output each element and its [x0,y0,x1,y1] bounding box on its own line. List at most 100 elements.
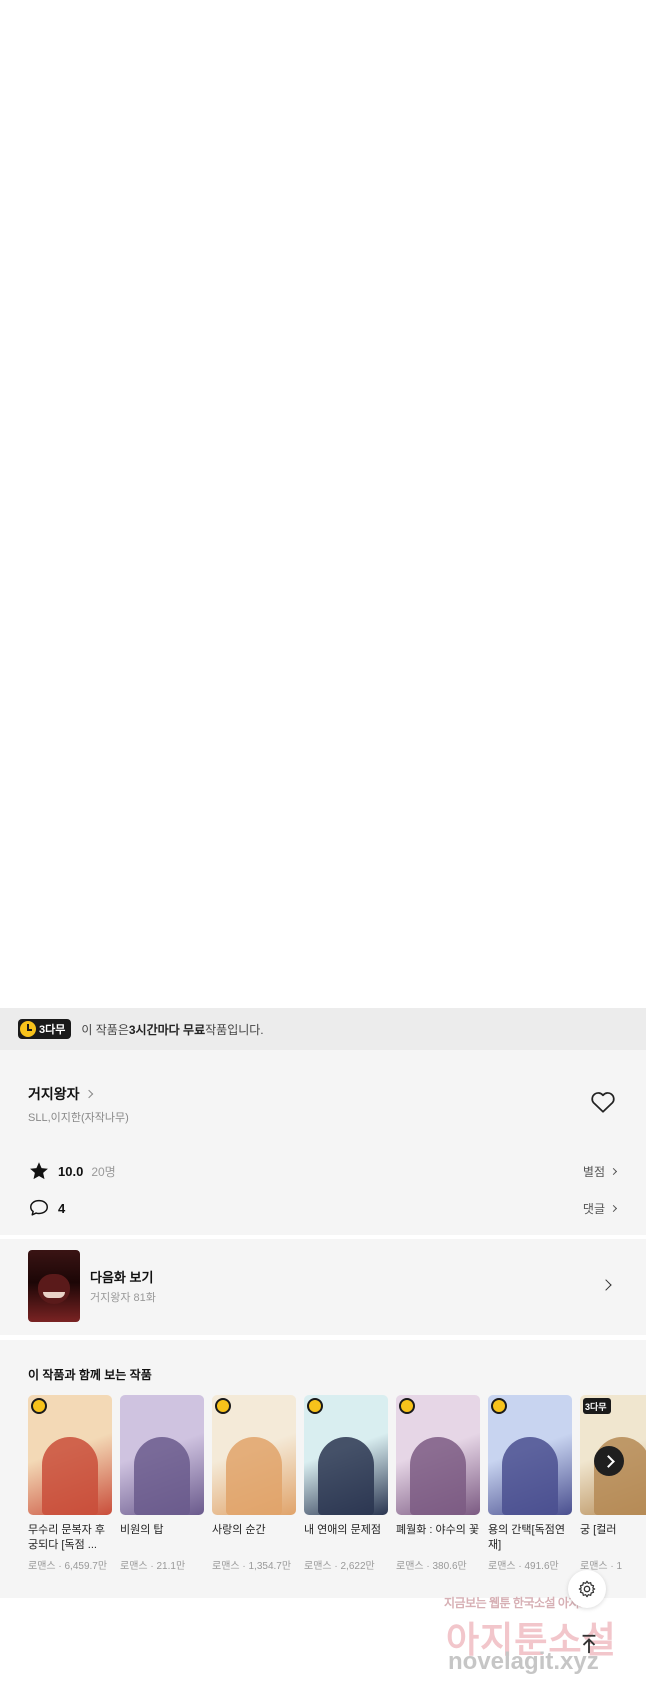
star-icon [30,1162,48,1180]
recommendation-meta: 로맨스 · 1,354.7만 [212,1557,296,1572]
recommendation-title: 궁 [컬러 [580,1524,617,1536]
recommendation-title: 사랑의 순간 [212,1524,266,1536]
thumbnail-figure [38,1274,70,1304]
recommendation-views: 6,459.7만 [64,1561,108,1572]
recommendation-genre: 로맨스 [396,1561,424,1572]
heart-icon[interactable] [590,1090,616,1114]
wait-free-clock-icon [491,1398,507,1414]
meta-separator: · [239,1561,249,1572]
recommendation-title: 무수리 문복자 후궁되다 [독점 ... [28,1524,105,1551]
rating-score: 10.0 [58,1163,84,1179]
meta-separator: · [331,1561,341,1572]
wait-free-clock-icon [307,1398,323,1414]
work-author: SLL,이지한(자작나무) [28,1112,129,1124]
recommendations-title: 이 작품과 함께 보는 작품 [28,1368,152,1382]
scroll-to-top-icon[interactable] [578,1633,600,1655]
cover-figure [134,1437,190,1515]
recommendation-meta: 로맨스 · 491.6만 [488,1557,572,1572]
wait-free-clock-icon [31,1398,47,1414]
recommendation-genre: 로맨스 [120,1561,148,1572]
chevron-right-icon [84,1089,93,1099]
meta-separator: · [423,1561,433,1572]
notice-text-after: 작품입니다. [205,1022,264,1037]
recommendation-views: 21.1만 [156,1561,186,1572]
meta-separator: · [515,1561,525,1572]
recommendation-cover [28,1395,112,1515]
recommendation-cover [396,1395,480,1515]
next-episode-title: 다음화 보기 [90,1270,154,1285]
recommendation-views: 491.6만 [524,1561,559,1572]
wait-free-clock-icon [399,1398,415,1414]
recommendation-meta: 로맨스 · 380.6만 [396,1557,480,1572]
recommendation-views: 2,622만 [340,1561,375,1572]
thumbnail-grin [43,1292,65,1298]
work-title-link[interactable]: 거지왕자 [28,1084,93,1104]
watermark-line-3: novelagit.xyz [448,1648,599,1675]
recommendation-cover [212,1395,296,1515]
comment-link[interactable]: 댓글 [582,1200,618,1217]
recommendation-card[interactable]: 3다무 궁 [컬러 로맨스 · 1 [580,1395,646,1572]
wait-free-badge: 3다무 [18,1019,72,1039]
next-episode-subtitle: 거지왕자 81화 [90,1292,156,1304]
chevron-right-icon [609,1204,618,1212]
recommendation-cover [304,1395,388,1515]
recommendation-card[interactable]: 사랑의 순간로맨스 · 1,354.7만 [212,1395,296,1572]
comment-count: 4 [58,1200,66,1216]
wait-free-badge-label: 3다무 [39,1024,66,1036]
recommendation-cover [488,1395,572,1515]
recommendation-meta: 로맨스 · 6,459.7만 [28,1557,112,1572]
chevron-right-icon [609,1167,618,1175]
scroll-right-button[interactable] [594,1446,624,1476]
rating-count: 20명 [91,1164,116,1179]
comment-link-label: 댓글 [582,1201,605,1216]
rating-row: 10.0 20명 별점 [28,1160,618,1182]
next-episode-card[interactable]: 다음화 보기 거지왕자 81화 [0,1239,646,1335]
recommendation-card[interactable]: 비원의 탑로맨스 · 21.1만 [120,1395,204,1572]
gear-icon [578,1580,596,1598]
recommendation-card[interactable]: 용의 간택[독점연재] 로맨스 · 491.6만 [488,1395,572,1572]
meta-separator: · [147,1561,157,1572]
recommendation-meta: 로맨스 · 21.1만 [120,1557,204,1572]
settings-button[interactable] [568,1570,606,1608]
recommendation-genre: 로맨스 [212,1561,240,1572]
meta-separator: · [607,1561,617,1572]
cover-figure [410,1437,466,1515]
recommendation-title: 폐월화 : 야수의 꽃 [396,1524,480,1536]
cover-figure [318,1437,374,1515]
recommendation-card[interactable]: 내 연애의 문제점로맨스 · 2,622만 [304,1395,388,1572]
comment-bubble-icon [30,1199,48,1216]
recommendations-list: 무수리 문복자 후궁되다 [독점 ... 로맨스 · 6,459.7만 비원의 탑로… [28,1395,646,1572]
recommendation-meta: 로맨스 · 2,622만 [304,1557,388,1572]
recommendation-title: 비원의 탑 [120,1524,164,1536]
wait-free-clock-icon [215,1398,231,1414]
rating-link[interactable]: 별점 [582,1163,618,1180]
recommendation-title: 용의 간택[독점연재] [488,1524,565,1551]
chevron-right-icon [600,1279,612,1291]
work-title: 거지왕자 [28,1086,80,1102]
recommendation-views: 1 [616,1561,623,1572]
recommendation-cover [120,1395,204,1515]
recommendation-genre: 로맨스 [304,1561,332,1572]
notice-text-bold: 3시간마다 무료 [128,1022,206,1037]
recommendation-title: 내 연애의 문제점 [304,1524,381,1536]
notice-text-before: 이 작품은 [81,1022,129,1037]
recommendation-views: 380.6만 [432,1561,467,1572]
recommendation-views: 1,354.7만 [248,1561,292,1572]
work-info-panel: 거지왕자 SLL,이지한(자작나무) 10.0 20명 별점 4 댓글 [0,1050,646,1235]
comment-row: 4 댓글 [28,1197,618,1219]
free-notice-bar: 3다무 이 작품은 3시간마다 무료 작품입니다. [0,1008,646,1050]
cover-figure [502,1437,558,1515]
recommendation-card[interactable]: 폐월화 : 야수의 꽃로맨스 · 380.6만 [396,1395,480,1572]
recommendation-genre: 로맨스 [28,1561,56,1572]
rating-link-label: 별점 [582,1164,605,1179]
next-episode-thumbnail [28,1250,80,1322]
clock-icon [20,1021,36,1037]
recommendations-section: 이 작품과 함께 보는 작품 무수리 문복자 후궁되다 [독점 ... 로맨스 ·… [0,1340,646,1598]
cover-figure [226,1437,282,1515]
wait-free-badge: 3다무 [583,1398,611,1414]
recommendation-card[interactable]: 무수리 문복자 후궁되다 [독점 ... 로맨스 · 6,459.7만 [28,1395,112,1572]
recommendation-genre: 로맨스 [488,1561,516,1572]
meta-separator: · [55,1561,65,1572]
watermark-line-1: 지금보는 웹툰 한국소설 아지토 [444,1596,590,1610]
cover-figure [42,1437,98,1515]
